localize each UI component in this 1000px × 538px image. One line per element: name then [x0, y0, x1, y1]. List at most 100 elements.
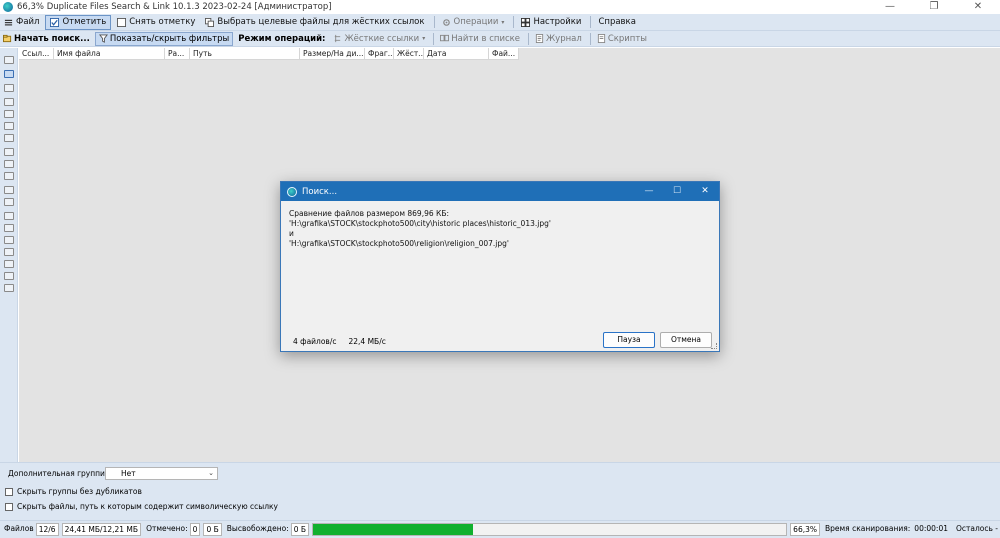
- filter-path-icon[interactable]: [4, 236, 14, 244]
- journal-label: Журнал: [546, 33, 582, 44]
- column-header[interactable]: Ра...: [165, 48, 190, 60]
- menu-file[interactable]: Файл: [0, 15, 43, 30]
- select-targets-icon: [205, 17, 215, 27]
- dialog-minimize-button[interactable]: —: [635, 182, 663, 201]
- mark-button[interactable]: Отметить: [45, 14, 112, 30]
- move-icon[interactable]: [4, 172, 14, 180]
- unmark-button[interactable]: Снять отметку: [113, 15, 199, 30]
- select-targets-button[interactable]: Выбрать целевые файлы для жёстких ссылок: [201, 15, 428, 30]
- column-header[interactable]: Имя файла: [54, 48, 165, 60]
- find-in-list-button[interactable]: Найти в списке: [437, 32, 523, 46]
- select-oldest-icon[interactable]: [4, 134, 14, 142]
- column-header[interactable]: Ссыл...: [19, 48, 54, 60]
- grouping-value: Нет: [121, 469, 136, 478]
- menu-help[interactable]: Справка: [594, 15, 639, 30]
- settings-grid-icon: [521, 17, 531, 27]
- freed-label: Высвобождено:: [226, 524, 289, 533]
- recycle-icon[interactable]: [4, 160, 14, 168]
- scan-time-value: 00:00:01: [914, 524, 948, 533]
- dialog-title: Поиск...: [302, 186, 338, 197]
- hide-groups-checkbox[interactable]: [5, 487, 13, 496]
- select-newest-icon[interactable]: [4, 122, 14, 130]
- hide-groups-option[interactable]: Скрыть группы без дубликатов: [5, 487, 142, 496]
- copy-icon[interactable]: [4, 84, 14, 92]
- file-menu-icon: [4, 19, 13, 25]
- start-search-button[interactable]: Начать поиск...: [0, 32, 93, 46]
- pause-button[interactable]: Пауза: [603, 332, 655, 348]
- filter-date-icon[interactable]: [4, 248, 14, 256]
- column-header[interactable]: Фай...: [489, 48, 519, 60]
- start-search-label: Начать поиск...: [14, 33, 90, 44]
- select-all-icon[interactable]: [4, 98, 14, 106]
- delete-icon[interactable]: [4, 148, 14, 156]
- menu-file-label: Файл: [16, 17, 40, 27]
- list-header: Ссыл... Имя файла Ра... Путь Размер/На д…: [19, 48, 519, 60]
- hide-symlinks-checkbox[interactable]: [5, 502, 13, 511]
- filter-size-icon[interactable]: [4, 212, 14, 220]
- duplicates-view-icon[interactable]: [4, 70, 14, 78]
- filter-icon: [98, 34, 108, 43]
- filter-ext-icon[interactable]: [4, 260, 14, 268]
- marked-size: 0 Б: [203, 523, 222, 536]
- files-label: Файлов: [4, 524, 34, 533]
- toolbar-separator: [589, 32, 591, 45]
- chevron-down-icon: ⌄: [208, 469, 214, 477]
- menu-operations-label: Операции: [453, 17, 499, 27]
- menu-settings[interactable]: Настройки: [517, 15, 585, 30]
- filter-name-icon[interactable]: [4, 224, 14, 232]
- menu-separator: [433, 16, 435, 28]
- column-header[interactable]: Дата: [424, 48, 489, 60]
- checkbox-checked-icon: [50, 17, 60, 27]
- folder-search-icon: [3, 34, 12, 43]
- status-bar: Файлов 12/6 24,41 МБ/12,21 МБ Отмечено: …: [0, 520, 1000, 538]
- filter-links-icon[interactable]: [4, 284, 14, 292]
- checkbox-empty-icon: [117, 17, 127, 27]
- column-header[interactable]: Размер/На ди...: [300, 48, 365, 60]
- toggle-filters-button[interactable]: Показать/скрыть фильтры: [94, 31, 234, 46]
- column-header[interactable]: Фраг...: [365, 48, 394, 60]
- scripts-button[interactable]: Скрипты: [594, 32, 650, 46]
- maximize-button[interactable]: ❐: [912, 0, 956, 14]
- script-icon: [597, 34, 605, 43]
- menu-separator: [513, 16, 515, 28]
- toggle-filters-label: Показать/скрыть фильтры: [109, 33, 230, 44]
- hide-symlinks-label: Скрыть файлы, путь к которым содержит си…: [17, 502, 278, 511]
- export-icon[interactable]: [4, 198, 14, 206]
- column-header[interactable]: Путь: [190, 48, 300, 60]
- speed-rate: 22,4 МБ/с: [348, 337, 386, 346]
- scan-progress-fill: [313, 524, 473, 535]
- minimize-button[interactable]: —: [868, 0, 912, 14]
- mode-label-text: Режим операций:: [238, 33, 326, 44]
- dialog-title-bar: Поиск... — ☐ ✕: [281, 182, 719, 201]
- column-header[interactable]: Жёст...: [394, 48, 424, 60]
- filter-attr-icon[interactable]: [4, 272, 14, 280]
- select-group-icon[interactable]: [4, 110, 14, 118]
- sort-icon[interactable]: [4, 186, 14, 194]
- dialog-message: Сравнение файлов размером 869,96 КБ: 'H:…: [289, 209, 551, 249]
- menu-operations[interactable]: Операции ▾: [438, 15, 509, 30]
- resize-grip[interactable]: [711, 343, 717, 349]
- view-icon[interactable]: [4, 56, 14, 64]
- close-button[interactable]: ✕: [956, 0, 1000, 14]
- conjunction: и: [289, 229, 294, 238]
- first-file-path: 'H:\grafika\STOCK\stockphoto500\city\his…: [289, 219, 551, 228]
- grouping-select[interactable]: Нет ⌄: [105, 467, 218, 480]
- grouping-options: Дополнительная группировка по Нет ⌄ Скры…: [0, 462, 1000, 520]
- dialog-close-button[interactable]: ✕: [691, 182, 719, 201]
- select-targets-label: Выбрать целевые файлы для жёстких ссылок: [217, 17, 425, 27]
- find-in-list-label: Найти в списке: [451, 33, 521, 44]
- freed-value: 0 Б: [290, 523, 310, 536]
- toolbar-separator: [433, 32, 435, 45]
- mark-label: Отметить: [62, 17, 107, 27]
- cancel-button[interactable]: Отмена: [660, 332, 712, 348]
- hide-symlinks-option[interactable]: Скрыть файлы, путь к которым содержит си…: [5, 502, 278, 511]
- title-bar: 66,3% Duplicate Files Search & Link 10.1…: [0, 0, 1000, 14]
- hard-links-dropdown[interactable]: Жёсткие ссылки ▾: [330, 32, 428, 46]
- journal-button[interactable]: Журнал: [532, 32, 585, 46]
- dialog-maximize-button[interactable]: ☐: [663, 182, 691, 201]
- marked-label: Отмечено:: [146, 524, 188, 533]
- marked-count: 0: [189, 523, 201, 536]
- mode-label: Режим операций:: [235, 32, 328, 46]
- journal-icon: [535, 34, 544, 43]
- second-file-path: 'H:\grafika\STOCK\stockphoto500\religion…: [289, 239, 509, 248]
